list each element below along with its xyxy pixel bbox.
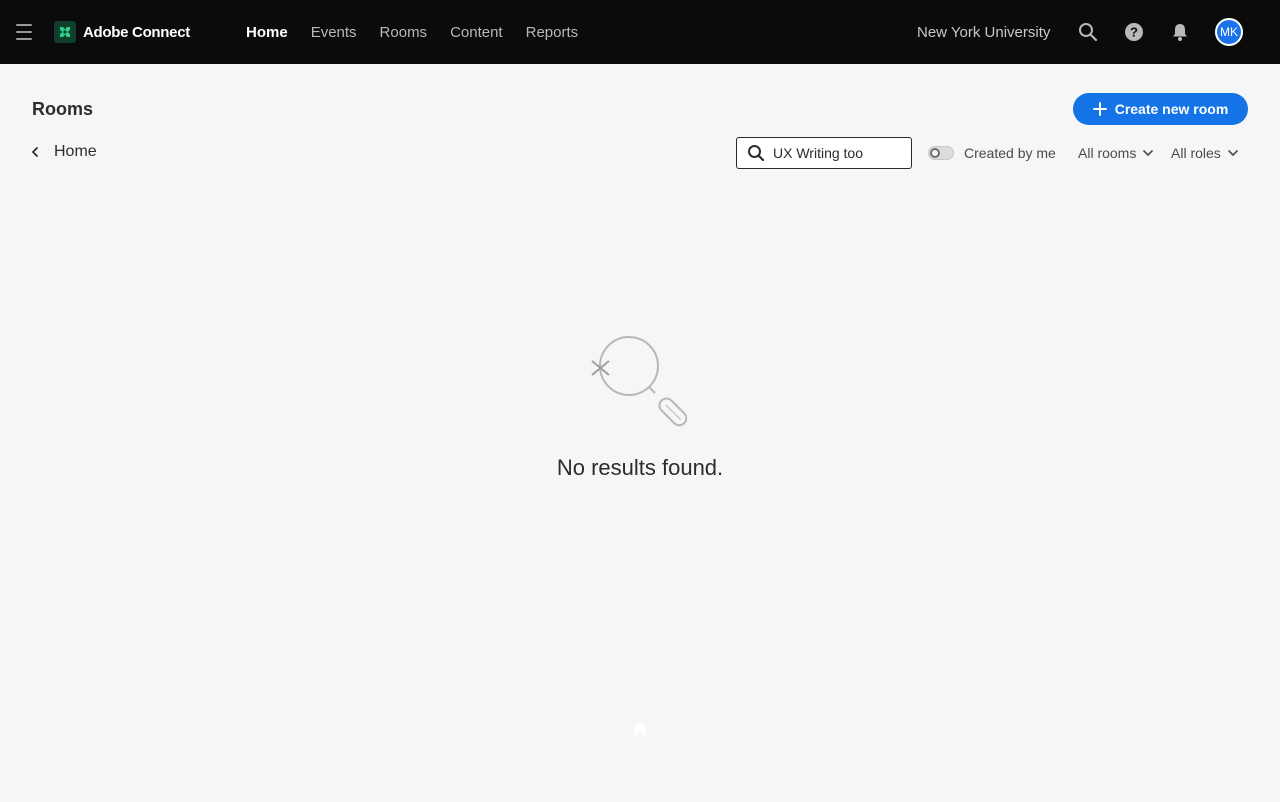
room-search-box <box>736 137 912 169</box>
rooms-filter-value: All rooms <box>1078 145 1137 161</box>
page-title: Rooms <box>32 99 94 119</box>
search-icon[interactable] <box>1076 20 1100 44</box>
roles-filter-value: All roles <box>1171 145 1221 161</box>
empty-state-message: No results found. <box>556 455 724 480</box>
toggle-knob <box>930 148 940 158</box>
nav-item-events[interactable]: Events <box>311 24 357 41</box>
plus-icon <box>1092 102 1107 116</box>
breadcrumb-label: Home <box>54 143 97 160</box>
toggle-switch[interactable] <box>928 146 954 160</box>
room-search-input[interactable] <box>773 139 909 167</box>
nav-item-home[interactable]: Home <box>246 24 288 41</box>
no-results-magnifier-icon <box>588 333 692 431</box>
adobe-connect-logo-icon <box>54 21 76 43</box>
create-new-room-button[interactable]: Create new room <box>1073 93 1248 125</box>
rooms-filter-dropdown[interactable]: All rooms <box>1078 143 1154 163</box>
help-icon[interactable]: ? <box>1122 20 1146 44</box>
main-nav: Home Events Rooms Content Reports <box>246 0 578 64</box>
search-icon <box>747 144 765 162</box>
nav-item-rooms[interactable]: Rooms <box>380 24 428 41</box>
chevron-left-icon <box>32 147 38 157</box>
created-by-me-toggle[interactable]: Created by me <box>928 144 1056 162</box>
nav-item-reports[interactable]: Reports <box>526 24 579 41</box>
user-avatar[interactable]: MK <box>1215 18 1243 46</box>
organization-name[interactable]: New York University <box>917 24 1050 41</box>
create-new-room-label: Create new room <box>1114 101 1229 117</box>
chevron-down-icon <box>1227 150 1238 156</box>
chevron-down-icon <box>1143 150 1154 156</box>
breadcrumb-back[interactable]: Home <box>30 142 97 162</box>
notification-bell-icon[interactable] <box>1168 20 1192 44</box>
brand-name: Adobe Connect <box>83 23 190 41</box>
toggle-label: Created by me <box>964 145 1056 161</box>
brand-logo[interactable]: Adobe Connect <box>54 21 190 43</box>
roles-filter-dropdown[interactable]: All roles <box>1171 143 1239 163</box>
home-icon[interactable] <box>631 720 649 738</box>
nav-item-content[interactable]: Content <box>450 24 503 41</box>
menu-icon[interactable] <box>16 24 32 40</box>
top-navbar: Adobe Connect Home Events Rooms Content … <box>0 0 1280 64</box>
svg-text:?: ? <box>1130 25 1138 40</box>
